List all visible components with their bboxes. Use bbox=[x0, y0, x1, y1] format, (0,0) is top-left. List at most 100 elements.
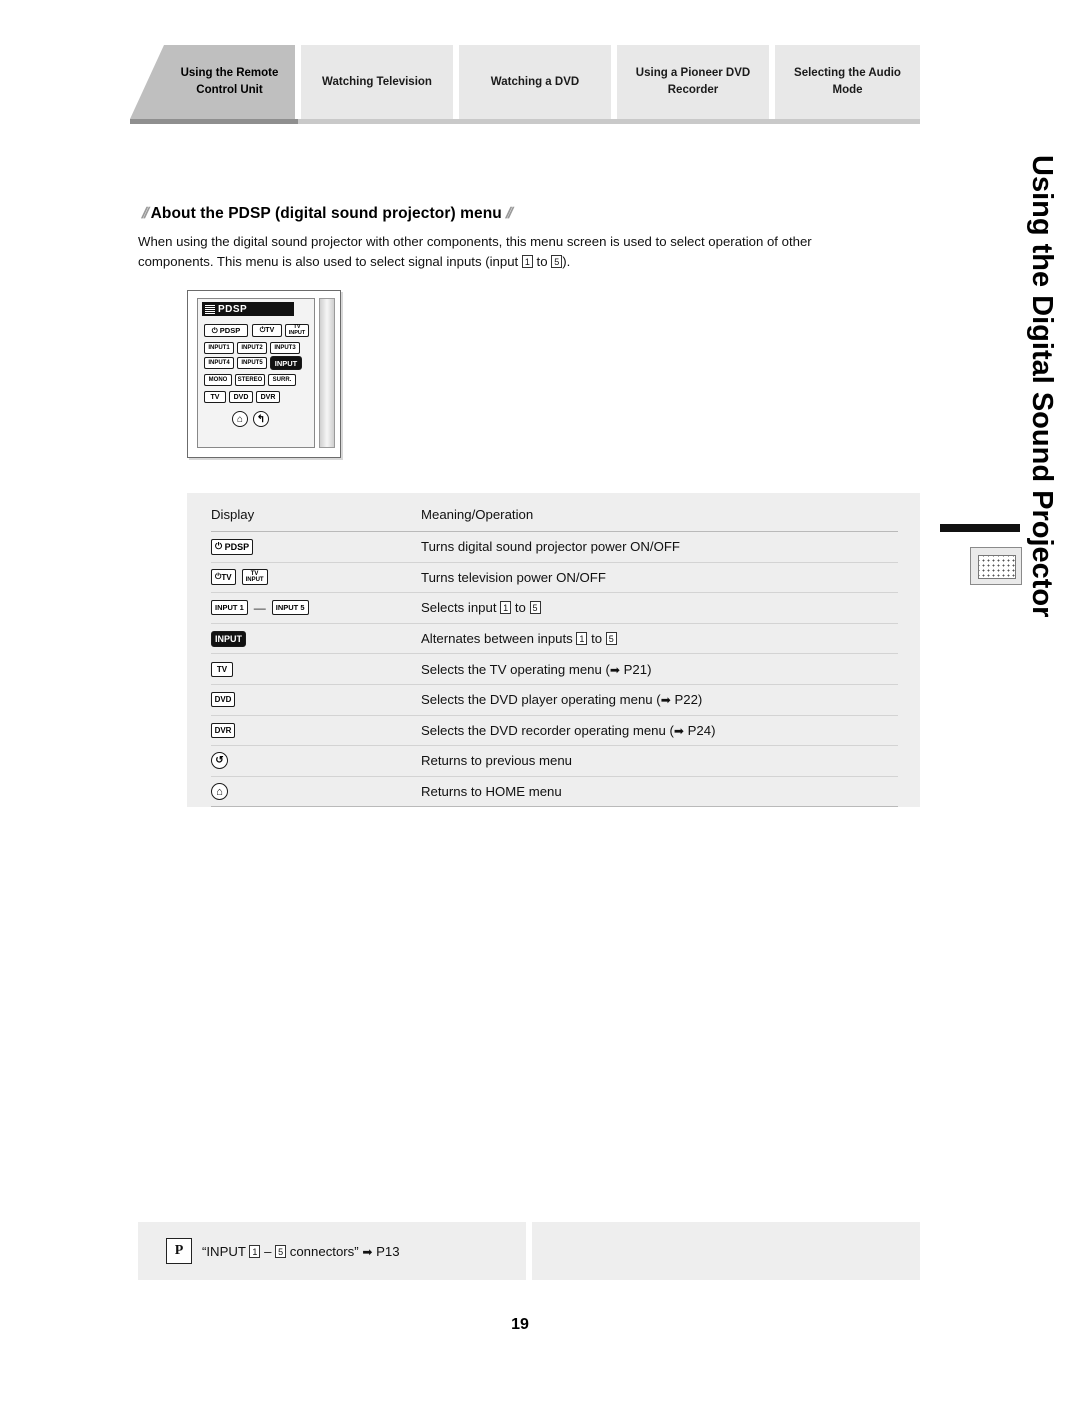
table-row: ⌂ Returns to HOME menu bbox=[211, 777, 898, 808]
icon-label: DVD bbox=[214, 695, 232, 705]
input1-icon[interactable]: INPUT 1 bbox=[211, 600, 248, 616]
tab-watching-television[interactable]: Watching Television bbox=[301, 45, 456, 119]
table-content: Display Meaning/Operation ⏻ PDSP Turns d… bbox=[211, 507, 898, 808]
row-meaning-b: to bbox=[587, 631, 606, 647]
tab-using-a-pioneer-dvd-recorder[interactable]: Using a Pioneer DVD Recorder bbox=[617, 45, 772, 119]
remote-button-label: SURR. bbox=[272, 377, 292, 383]
power-tv-icon[interactable]: ⏻ TV bbox=[211, 569, 236, 586]
tv-input-icon[interactable]: TV INPUT bbox=[241, 569, 268, 586]
return-icon[interactable]: ↺ bbox=[211, 752, 228, 770]
table-row: TV Selects the TV operating menu (➡ P21) bbox=[211, 654, 898, 685]
remote-button-label: INPUT4 bbox=[208, 360, 230, 366]
remote-button-label: TV bbox=[210, 393, 220, 401]
row-meaning: Selects the TV operating menu (➡ P21) bbox=[421, 661, 652, 677]
icon-label: ↺ bbox=[215, 755, 224, 767]
home-icon[interactable]: ⌂ bbox=[232, 411, 248, 427]
remote-button-input2[interactable]: INPUT2 bbox=[237, 342, 267, 354]
tab-using-the-remote-control-unit[interactable]: Using the Remote Control Unit bbox=[164, 45, 298, 119]
remote-side-strip bbox=[319, 298, 335, 448]
row-icon-cell: ⏻ PDSP bbox=[211, 538, 421, 555]
icon-label: DVR bbox=[214, 725, 232, 735]
row-meaning: Selects input 1 to 5 bbox=[421, 600, 898, 615]
power-pdsp-icon[interactable]: ⏻ PDSP bbox=[211, 538, 254, 555]
tab-bar-left-wedge bbox=[130, 45, 164, 119]
side-chapter-title: Using the Digital Sound Projector bbox=[1026, 155, 1058, 618]
remote-button-tv[interactable]: TV bbox=[204, 391, 226, 403]
remote-button-dvr[interactable]: DVR bbox=[256, 391, 280, 403]
row-meaning-a: Alternates between inputs bbox=[421, 631, 577, 647]
intro-paragraph: When using the digital sound projector w… bbox=[138, 232, 920, 272]
remote-button-label: DVR bbox=[260, 393, 276, 401]
row-icon-cell: DVR bbox=[211, 722, 421, 738]
dvd-icon[interactable]: DVD bbox=[211, 692, 235, 708]
remote-button-input5[interactable]: INPUT5 bbox=[237, 357, 267, 369]
icon-label: INPUT bbox=[215, 633, 242, 644]
row-meaning: Returns to HOME menu bbox=[421, 784, 562, 800]
page-reference: P24 bbox=[687, 722, 712, 738]
dvr-icon[interactable]: DVR bbox=[211, 722, 235, 738]
remote-button-surround[interactable]: SURR. bbox=[268, 374, 296, 386]
remote-button-mono[interactable]: MONO bbox=[204, 374, 232, 386]
remote-button-tv-input[interactable]: TV INPUT bbox=[285, 324, 309, 337]
remote-button-input1[interactable]: INPUT1 bbox=[204, 342, 234, 354]
heading-text: About the PDSP (digital sound projector)… bbox=[150, 205, 502, 222]
footnote-text: “INPUT 1 – 5 connectors” ➡ P13 bbox=[202, 1244, 400, 1259]
remote-button-label: PDSP bbox=[219, 326, 241, 335]
input5-icon[interactable]: INPUT 5 bbox=[271, 600, 309, 616]
remote-screen: PDSP ⏻ PDSP ⏻ TV TV INPUT INPUT1 INPUT2 I… bbox=[197, 298, 315, 448]
remote-button-input4[interactable]: INPUT4 bbox=[204, 357, 234, 369]
footnote-reference: P “INPUT 1 – 5 connectors” ➡ P13 bbox=[138, 1222, 526, 1280]
section-tab-bar: Using the Remote Control Unit Watching T… bbox=[130, 45, 920, 125]
intro-line-2a: components. This menu is also used to se… bbox=[138, 254, 522, 270]
remote-button-label: INPUT1 bbox=[208, 345, 230, 351]
table-row: ⏻ PDSP Turns digital sound projector pow… bbox=[211, 532, 898, 563]
input-key-1: 1 bbox=[576, 632, 588, 646]
tab-watching-a-dvd[interactable]: Watching a DVD bbox=[459, 45, 614, 119]
footnote-text-c: connectors” bbox=[286, 1243, 363, 1259]
remote-button-stereo[interactable]: STEREO bbox=[235, 374, 265, 386]
page-reference: P22 bbox=[674, 692, 698, 708]
row-meaning: Returns to previous menu bbox=[421, 753, 572, 769]
row-icon-cell: ↺ bbox=[211, 752, 421, 770]
tab-selecting-the-audio-mode[interactable]: Selecting the Audio Mode bbox=[775, 45, 920, 119]
icon-label: INPUT 5 bbox=[275, 603, 305, 613]
page-title: //About the PDSP (digital sound projecto… bbox=[138, 205, 515, 223]
icon-label: PDSP bbox=[224, 541, 250, 552]
row-icon-cell: ⌂ bbox=[211, 783, 421, 801]
remote-button-label: MONO bbox=[208, 377, 228, 383]
table-row: DVD Selects the DVD player operating men… bbox=[211, 685, 898, 716]
input-key-1: 1 bbox=[521, 255, 533, 269]
remote-button-label: DVD bbox=[233, 393, 249, 401]
row-icon-cell: DVD bbox=[211, 692, 421, 708]
side-tab-bar bbox=[940, 524, 1020, 532]
heading-slash-left: // bbox=[139, 205, 150, 222]
footnote-text-a: “INPUT bbox=[202, 1243, 250, 1259]
remote-button-input[interactable]: INPUT bbox=[270, 356, 302, 370]
input-key-5: 5 bbox=[551, 255, 563, 269]
input-key-5: 5 bbox=[605, 632, 617, 646]
input-key-1: 1 bbox=[500, 601, 512, 615]
return-icon[interactable]: ↰ bbox=[253, 411, 269, 427]
range-dash: — bbox=[253, 600, 266, 615]
arrow-icon: ➡ bbox=[660, 693, 671, 708]
tv-icon[interactable]: TV bbox=[211, 661, 233, 677]
row-meaning-text: Selects the DVD player operating menu ( bbox=[421, 692, 661, 708]
remote-button-dvd[interactable]: DVD bbox=[229, 391, 253, 403]
heading-slash-right: // bbox=[503, 205, 514, 222]
remote-button-power-tv[interactable]: ⏻ TV bbox=[252, 324, 282, 337]
tab-label: Watching a DVD bbox=[490, 75, 580, 88]
remote-button-input3[interactable]: INPUT3 bbox=[270, 342, 300, 354]
tab-label: Using the Remote Control Unit bbox=[180, 67, 279, 96]
remote-button-label: INPUT2 bbox=[241, 345, 263, 351]
table-row: INPUT Alternates between inputs 1 to 5 bbox=[211, 624, 898, 655]
remote-button-power-pdsp[interactable]: ⏻ PDSP bbox=[204, 324, 248, 337]
input-key-5: 5 bbox=[275, 1244, 287, 1258]
column-header-meaning: Meaning/Operation bbox=[421, 507, 534, 522]
side-tab-icon bbox=[970, 547, 1022, 585]
footnote-empty-block bbox=[532, 1222, 920, 1280]
row-icon-cell: INPUT bbox=[211, 630, 421, 647]
p-mark-icon: P bbox=[166, 1238, 192, 1264]
home-icon[interactable]: ⌂ bbox=[211, 783, 228, 801]
table-row: DVR Selects the DVD recorder operating m… bbox=[211, 716, 898, 747]
input-icon[interactable]: INPUT bbox=[211, 630, 246, 647]
